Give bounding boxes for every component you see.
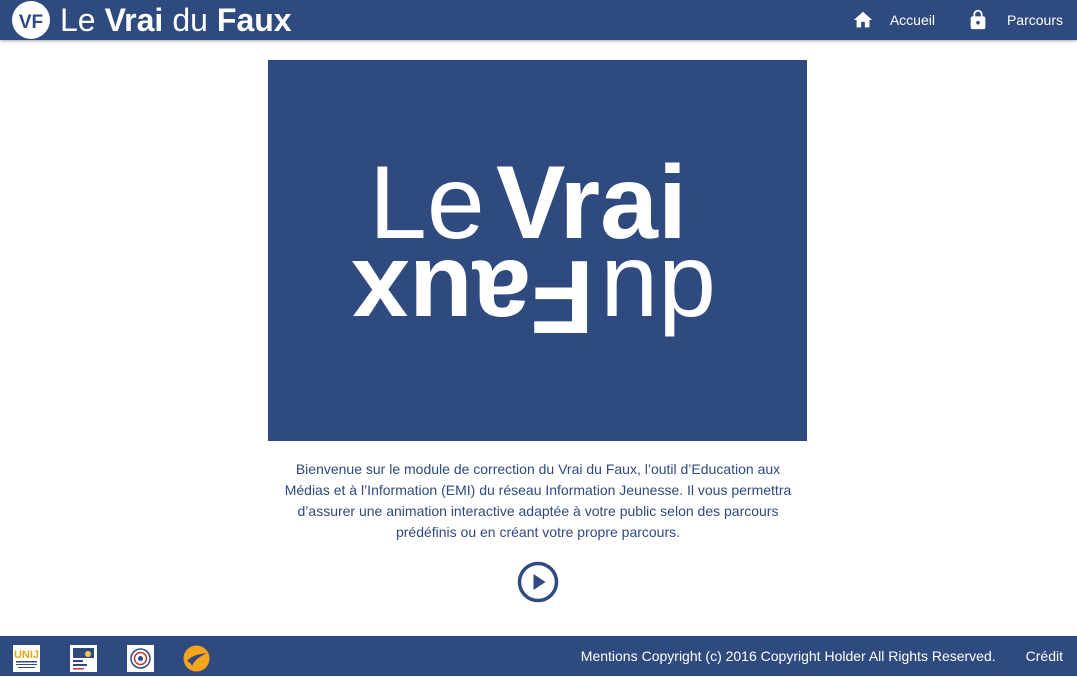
nav-accueil-label: Accueil [889,12,935,28]
uniij-logo[interactable]: UNIJ [13,645,40,672]
cidj-logo[interactable] [70,645,97,672]
nav-parcours-label: Parcours [1006,12,1063,28]
brand-word-faux: Faux [216,2,292,38]
footer-links: Mentions Copyright (c) 2016 Copyright Ho… [581,636,1063,676]
svg-text:VF: VF [19,12,43,33]
brand-title: Le Vrai du Faux [60,0,292,40]
mentions-link[interactable]: Mentions [581,648,638,664]
brand-word-du: du [172,2,208,38]
intro-text: Bienvenue sur le module de correction du… [284,461,792,540]
credit-link[interactable]: Crédit [1026,648,1063,664]
brand-logo-link[interactable]: VF Le Vrai du Faux [12,0,292,40]
hero-word-du: du [600,238,716,354]
nav-accueil[interactable]: Accueil [852,9,935,31]
footer-bar: UNIJ Mentions Copyright (c) 2016 Copyrig… [0,636,1077,676]
home-icon [852,9,874,31]
copyright-text: Copyright (c) 2016 Copyright Holder All … [641,648,996,664]
hero-banner: Le Vrai du Faux [268,60,807,441]
nav-parcours[interactable]: Parcours [967,9,1063,31]
hero-word-faux: Faux [351,238,594,354]
vf-badge-icon: VF [12,1,50,39]
main-nav: Accueil Parcours [852,0,1063,40]
play-button[interactable] [516,561,560,605]
brand-word-vrai: Vrai [104,2,164,38]
top-navbar: VF Le Vrai du Faux Accueil Parcours [0,0,1077,40]
swoosh-logo[interactable] [183,645,210,672]
partner-logo[interactable] [127,645,154,672]
brand-word-le: Le [60,2,96,38]
play-circle-icon [517,561,559,603]
lock-icon [967,9,989,31]
svg-text:UNIJ: UNIJ [14,649,39,661]
